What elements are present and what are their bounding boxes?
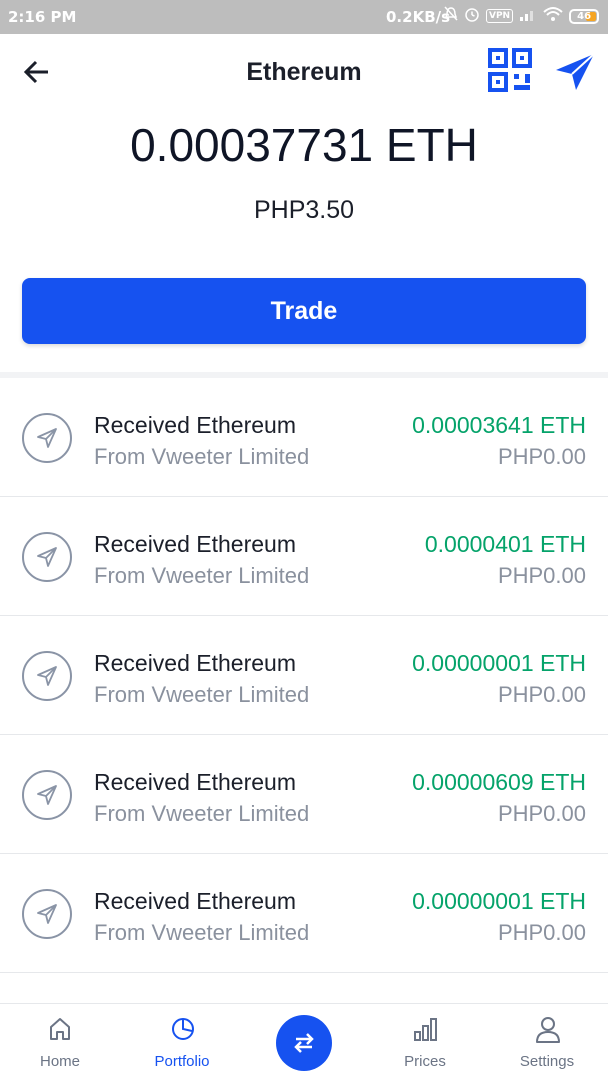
send-button[interactable] [554, 52, 596, 92]
received-icon [22, 532, 72, 582]
received-icon [22, 889, 72, 939]
nav-prices[interactable]: Prices [365, 1004, 485, 1080]
nav-settings-label: Settings [519, 1053, 575, 1070]
transaction-title: Received Ethereum [94, 412, 296, 438]
home-icon [50, 1018, 70, 1040]
status-bar: 2:16 PM 0.2KB/s VPN 46 [0, 0, 608, 34]
transaction-title: Received Ethereum [94, 531, 296, 557]
status-icons: VPN 46 [444, 6, 600, 26]
received-icon [22, 651, 72, 701]
transaction-source: From Vweeter Limited [94, 682, 310, 707]
transaction-row[interactable]: Received Ethereum From Vweeter Limited 0… [0, 616, 608, 735]
alarm-off-icon [444, 6, 458, 26]
signal-icon [519, 7, 537, 25]
nav-settings[interactable]: Settings [487, 1004, 607, 1080]
transaction-source: From Vweeter Limited [94, 444, 310, 469]
transaction-title: Received Ethereum [94, 650, 296, 676]
transaction-fiat: PHP0.00 [497, 801, 586, 826]
trade-button[interactable]: Trade [22, 278, 586, 344]
transaction-amount: 0.00000001 ETH [412, 888, 586, 914]
nav-prices-label: Prices [404, 1053, 446, 1070]
transaction-amount: 0.00003641 ETH [412, 412, 586, 438]
nav-home-label: Home [39, 1053, 80, 1070]
swap-arrows-icon [294, 1033, 314, 1053]
alarm-clock-icon [464, 6, 480, 26]
transfer-button[interactable] [276, 1015, 332, 1071]
nav-home[interactable]: Home [0, 1004, 120, 1080]
received-icon [22, 770, 72, 820]
transaction-fiat: PHP0.00 [497, 682, 586, 707]
battery-icon: 46 [569, 8, 600, 24]
transaction-amount: 0.0000401 ETH [424, 531, 586, 557]
transaction-fiat: PHP0.00 [497, 444, 586, 469]
user-icon [536, 1017, 560, 1043]
wifi-icon [543, 6, 563, 26]
transaction-amount: 0.00000609 ETH [412, 769, 586, 795]
transaction-title: Received Ethereum [94, 769, 296, 795]
pie-chart-icon [172, 1018, 194, 1040]
transaction-source: From Vweeter Limited [94, 563, 310, 588]
paper-plane-icon [556, 53, 595, 90]
header: Ethereum [0, 34, 608, 110]
received-icon [22, 413, 72, 463]
transaction-row[interactable]: Received Ethereum From Vweeter Limited 0… [0, 735, 608, 854]
nav-portfolio[interactable]: Portfolio [122, 1004, 242, 1080]
nav-portfolio-label: Portfolio [154, 1053, 210, 1070]
transaction-row[interactable]: Received Ethereum From Vweeter Limited 0… [0, 854, 608, 973]
vpn-badge: VPN [486, 9, 514, 23]
status-network-speed: 0.2KB/s [386, 8, 451, 26]
status-time: 2:16 PM [8, 8, 77, 26]
transaction-source: From Vweeter Limited [94, 801, 310, 826]
transaction-row[interactable]: Received Ethereum From Vweeter Limited 0… [0, 497, 608, 616]
fiat-balance: PHP3.50 [253, 196, 355, 224]
battery-level: 46 [577, 10, 592, 22]
crypto-balance: 0.00037731 ETH [130, 119, 478, 171]
qr-code-icon [488, 48, 532, 92]
bar-chart-icon [414, 1018, 437, 1041]
transaction-list: Received Ethereum From Vweeter Limited 0… [0, 378, 608, 973]
transaction-source: From Vweeter Limited [94, 920, 310, 945]
transaction-row[interactable]: Received Ethereum From Vweeter Limited 0… [0, 378, 608, 497]
transaction-amount: 0.00000001 ETH [412, 650, 586, 676]
bottom-nav: Home Portfolio Prices Settings [0, 1003, 608, 1080]
transaction-fiat: PHP0.00 [497, 920, 586, 945]
transaction-title: Received Ethereum [94, 888, 296, 914]
qr-code-button[interactable] [488, 48, 532, 92]
transaction-fiat: PHP0.00 [497, 563, 586, 588]
